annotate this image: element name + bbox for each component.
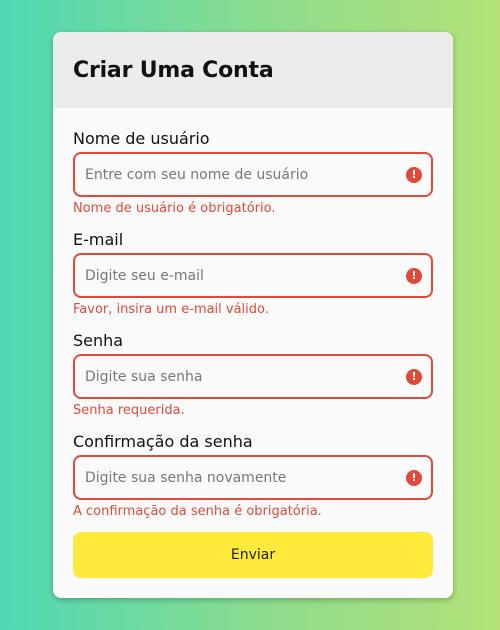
card-header: Criar Uma Conta	[53, 32, 453, 108]
password-confirm-label: Confirmação da senha	[73, 432, 253, 451]
password-confirm-input-wrapper: !	[73, 455, 433, 500]
password-input[interactable]	[75, 356, 431, 397]
password-label: Senha	[73, 331, 124, 350]
email-field-group: E-mail ! Favor, insira um e-mail válido.	[73, 230, 433, 318]
username-label: Nome de usuário	[73, 129, 210, 148]
password-confirm-input[interactable]	[75, 457, 431, 498]
username-error-message: Nome de usuário é obrigatório.	[73, 201, 276, 216]
error-icon: !	[406, 267, 422, 284]
submit-button[interactable]: Enviar	[73, 532, 433, 578]
email-input[interactable]	[75, 255, 431, 296]
email-label: E-mail	[73, 230, 124, 249]
email-error-message: Favor, insira um e-mail válido.	[73, 302, 269, 317]
password-confirm-error-message: A confirmação da senha é obrigatória.	[73, 504, 322, 519]
password-confirm-field-group: Confirmação da senha ! A confirmação da …	[73, 432, 433, 520]
password-input-wrapper: !	[73, 354, 433, 399]
password-field-group: Senha ! Senha requerida.	[73, 331, 433, 419]
page-title: Criar Uma Conta	[73, 57, 274, 83]
error-icon: !	[406, 368, 422, 385]
username-input[interactable]	[75, 154, 431, 195]
username-input-wrapper: !	[73, 152, 433, 197]
error-icon: !	[406, 469, 422, 486]
signup-card: Criar Uma Conta Nome de usuário ! Nome d…	[53, 32, 453, 598]
email-input-wrapper: !	[73, 253, 433, 298]
error-icon: !	[406, 166, 422, 183]
password-error-message: Senha requerida.	[73, 403, 185, 418]
username-field-group: Nome de usuário ! Nome de usuário é obri…	[73, 129, 433, 217]
